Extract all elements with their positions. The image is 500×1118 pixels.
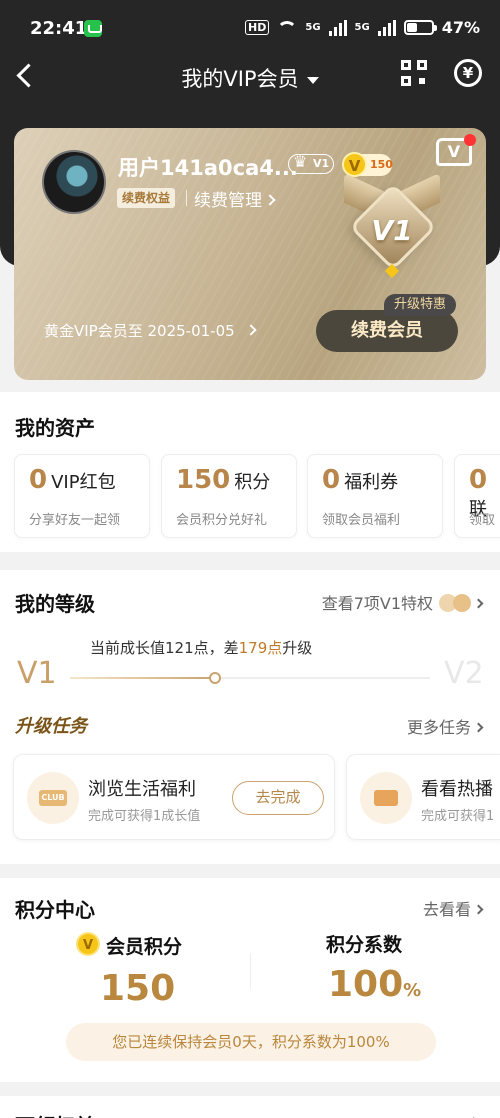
next-section: 可领权益 更多: [0, 1096, 500, 1118]
growth-progress-fill: [70, 677, 216, 679]
member-points-value[interactable]: 150: [100, 968, 175, 1009]
coefficient-unit: %: [403, 980, 422, 1001]
view-privileges-link[interactable]: 查看7项V1特权: [321, 590, 484, 614]
status-time: 22:41: [30, 18, 88, 39]
task-name: 浏览生活福利: [88, 779, 196, 800]
avatar[interactable]: [42, 150, 106, 214]
asset-card-coupon[interactable]: 0 福利券 领取会员福利: [307, 454, 443, 538]
v-coin-icon: V: [342, 152, 367, 177]
asset-label: 积分: [234, 472, 271, 493]
assets-title: 我的资产: [15, 416, 95, 440]
view-privileges-label: 查看7项V1特权: [321, 594, 433, 613]
asset-card-points[interactable]: 150 积分 会员积分兑好礼: [161, 454, 297, 538]
emblem-text: V1: [371, 214, 413, 247]
growth-progress-text: 当前成长值121点，差179点升级: [90, 637, 312, 658]
level-badge[interactable]: V1: [288, 153, 334, 174]
page-title-text: 我的VIP会员: [181, 67, 299, 91]
v-coin-count: 150: [370, 158, 393, 171]
next-section-link[interactable]: 更多: [450, 1112, 482, 1118]
vip-member-card: 用户141a0ca4... V1 V 150 续费权益 续费管理 V V1 黄金…: [14, 128, 486, 380]
username: 用户141a0ca4...: [118, 156, 298, 180]
coefficient-label: 积分系数: [326, 934, 403, 956]
gold-vip-expire-text: 黄金VIP会员至 2025-01-05: [44, 322, 235, 340]
gold-vip-expire-link[interactable]: 黄金VIP会员至 2025-01-05: [44, 320, 257, 341]
more-tasks-link[interactable]: 更多任务: [406, 714, 484, 738]
member-points-label: 会员积分: [106, 936, 183, 958]
status-bar: 22:41 HD 5G 5G 47%: [0, 0, 500, 56]
wifi-icon: [277, 20, 298, 35]
asset-value: 0: [469, 465, 488, 495]
progress-gap: 179点: [238, 639, 283, 657]
current-level-label: V1: [17, 656, 57, 691]
status-indicators: HD 5G 5G 47%: [245, 18, 480, 37]
go-see-label: 去看看: [422, 900, 471, 919]
task-complete-button[interactable]: 去完成: [232, 781, 324, 815]
task-card: CLUB 浏览生活福利 完成可获得1成长值 去完成: [13, 754, 335, 840]
level-title: 我的等级: [15, 592, 95, 616]
asset-main: 150 积分: [176, 465, 270, 495]
chevron-right-icon: [473, 904, 484, 915]
asset-label: VIP红包: [51, 472, 116, 493]
renew-membership-button[interactable]: 续费会员: [316, 310, 458, 352]
coefficient-number: 100: [328, 964, 404, 1005]
asset-value: 0: [322, 465, 341, 495]
growth-progress-bar: [70, 672, 430, 684]
next-level-label: V2: [444, 656, 484, 691]
video-task-icon: [360, 772, 412, 824]
asset-main: 0 VIP红包: [29, 465, 116, 495]
points-center-title: 积分中心: [15, 898, 95, 922]
battery-icon: [403, 20, 437, 35]
more-tasks-label: 更多任务: [406, 718, 471, 737]
asset-card-red-packet[interactable]: 0 VIP红包 分享好友一起领: [14, 454, 150, 538]
growth-progress-knob: [209, 672, 222, 684]
asset-value: 150: [176, 465, 231, 495]
network-type-1: 5G: [305, 22, 321, 33]
progress-suffix: 升级: [282, 639, 313, 657]
v1-level-emblem-icon: V1: [336, 172, 448, 284]
chevron-right-icon: [473, 598, 484, 609]
coefficient-value: 100%: [328, 964, 421, 1005]
club-task-icon: CLUB: [27, 772, 79, 824]
upgrade-promo-tag: 升级特惠: [384, 294, 457, 316]
dropdown-caret-icon: [306, 76, 319, 84]
task-card-partial: 看看热播 完成可获得1: [346, 754, 500, 840]
task-name: 看看热播: [421, 779, 493, 800]
renew-benefit-tag[interactable]: 续费权益: [117, 188, 176, 208]
scan-qr-button[interactable]: [401, 60, 427, 86]
renew-manage-link[interactable]: 续费管理: [186, 186, 276, 211]
asset-label: 福利券: [344, 472, 399, 493]
message-notification-icon: [84, 20, 102, 37]
asset-sub: 领取会员福利: [322, 513, 401, 528]
asset-sub: 领取: [469, 513, 496, 528]
task-sub: 完成可获得1成长值: [88, 809, 201, 824]
club-icon-text: CLUB: [39, 790, 67, 806]
asset-main: 0 福利券: [322, 465, 398, 495]
currency-exchange-button[interactable]: ¥: [454, 59, 482, 87]
asset-sub: 会员积分兑好礼: [176, 513, 268, 528]
signal-icon-1: [328, 19, 347, 36]
asset-card-partial[interactable]: 0联 领取: [454, 454, 500, 538]
hd-voice-icon: HD: [245, 20, 270, 35]
battery-percent: 47%: [441, 18, 480, 37]
divider: [250, 953, 251, 989]
upgrade-tasks-title: 升级任务: [15, 716, 87, 737]
privilege-icon-2: [453, 594, 471, 612]
chevron-right-icon: [473, 722, 484, 733]
asset-sub: 分享好友一起领: [29, 513, 121, 528]
progress-prefix: 当前成长值121点，差: [90, 639, 239, 657]
task-sub: 完成可获得1: [421, 809, 495, 824]
renew-manage-label: 续费管理: [194, 191, 262, 211]
points-coin-icon: V: [76, 932, 100, 956]
v-coin-badge[interactable]: V 150: [342, 152, 393, 177]
signal-icon-2: [377, 19, 396, 36]
points-coefficient-note: 您已连续保持会员0天，积分系数为100%: [66, 1023, 436, 1061]
chevron-right-icon: [245, 324, 257, 336]
chevron-right-icon: [264, 194, 276, 206]
network-type-2: 5G: [354, 22, 370, 33]
go-see-link[interactable]: 去看看: [422, 896, 484, 920]
next-section-title: 可领权益: [15, 1110, 95, 1118]
vip-skin-button[interactable]: V: [434, 134, 476, 170]
asset-value: 0: [29, 465, 48, 495]
notification-dot: [464, 134, 476, 146]
